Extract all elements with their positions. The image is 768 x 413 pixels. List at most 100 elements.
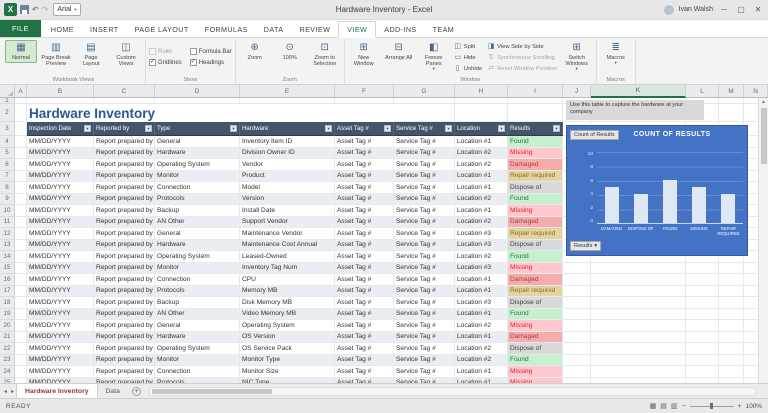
cell[interactable] [719,286,744,298]
location-cell[interactable]: Location #2 [455,251,508,263]
inspection-date-cell[interactable]: MM/DD/YYYY [27,286,94,298]
location-cell[interactable]: Location #1 [455,205,508,217]
filter-icon[interactable]: ▾ [498,125,505,132]
undo-icon[interactable]: ↶ [32,5,39,15]
cell[interactable] [15,309,27,321]
inspection-date-cell[interactable]: MM/DD/YYYY [27,274,94,286]
cell[interactable] [563,366,591,378]
cell[interactable] [591,355,686,367]
reported-by-cell[interactable]: Report prepared by [94,194,155,206]
asset-tag-cell[interactable]: Asset Tag # [335,217,394,229]
result-cell[interactable]: Missing [508,148,563,160]
cell[interactable] [15,122,27,136]
row-header-2[interactable]: 2 [0,104,15,122]
hardware-cell[interactable]: Disk Memory MB [240,297,335,309]
column-header-j[interactable]: J [563,85,591,98]
asset-tag-cell[interactable]: Asset Tag # [335,274,394,286]
column-header-l[interactable]: L [686,85,719,98]
asset-tag-cell[interactable]: Asset Tag # [335,228,394,240]
freeze-panes-button[interactable]: ◧Freeze Panes▾ [418,40,450,73]
filter-icon[interactable]: ▾ [384,125,391,132]
reported-by-cell[interactable]: Report prepared by [94,309,155,321]
table-header-location[interactable]: Location▾ [455,122,508,136]
inspection-date-cell[interactable]: MM/DD/YYYY [27,148,94,160]
filter-icon[interactable]: ▾ [445,125,452,132]
sheet-tab-hardware-inventory[interactable]: Hardware Inventory [16,384,97,398]
page-layout-button[interactable]: ▤Page Layout [75,40,107,69]
cell[interactable] [508,104,563,122]
location-cell[interactable]: Location #2 [455,355,508,367]
zoom-slider[interactable] [690,406,734,407]
row-header-25[interactable]: 25 [0,378,15,384]
cell[interactable] [15,343,27,355]
location-cell[interactable]: Location #2 [455,148,508,160]
hide-button[interactable]: ▭Hide [453,53,483,63]
row-header-5[interactable]: 5 [0,148,15,160]
minimize-button[interactable]: ─ [718,5,730,14]
location-cell[interactable]: Location #1 [455,274,508,286]
hardware-cell[interactable]: Operating System [240,320,335,332]
service-tag-cell[interactable]: Service Tag # [394,378,455,384]
hardware-cell[interactable]: Monitor Size [240,366,335,378]
row-header-14[interactable]: 14 [0,251,15,263]
cell[interactable] [563,343,591,355]
reported-by-cell[interactable]: Report prepared by [94,159,155,171]
headings-checkbox[interactable]: ✓Headings [190,59,232,66]
result-cell[interactable]: Missing [508,378,563,384]
zoom-in-button[interactable]: + [738,403,742,410]
ribbon-tab-add-ins[interactable]: ADD-INS [376,22,424,37]
inspection-date-cell[interactable]: MM/DD/YYYY [27,332,94,344]
cell[interactable] [15,171,27,183]
ribbon-tab-view[interactable]: VIEW [338,21,376,38]
result-cell[interactable]: Damaged [508,274,563,286]
pivot-chart[interactable]: Count of Results COUNT OF RESULTS 108642… [566,125,748,256]
hardware-cell[interactable]: Division Owner ID [240,148,335,160]
synchronous-scrolling-button[interactable]: ⇅Synchronous Scrolling [486,53,558,63]
reported-by-cell[interactable]: Report prepared by [94,205,155,217]
asset-tag-cell[interactable]: Asset Tag # [335,378,394,384]
service-tag-cell[interactable]: Service Tag # [394,205,455,217]
macros-button[interactable]: ≣Macros▾ [600,40,632,67]
zoom-level[interactable]: 100% [746,403,762,410]
reported-by-cell[interactable]: Report prepared by [94,217,155,229]
row-header-13[interactable]: 13 [0,240,15,252]
row-header-9[interactable]: 9 [0,194,15,206]
type-cell[interactable]: Connection [155,182,240,194]
side-note[interactable]: Use this table to capture the hardware a… [566,100,704,120]
service-tag-cell[interactable]: Service Tag # [394,286,455,298]
table-header-service-tag[interactable]: Service Tag #▾ [394,122,455,136]
inspection-date-cell[interactable]: MM/DD/YYYY [27,159,94,171]
location-cell[interactable]: Location #1 [455,378,508,384]
cell[interactable] [15,263,27,275]
service-tag-cell[interactable]: Service Tag # [394,263,455,275]
reported-by-cell[interactable]: Report prepared by [94,320,155,332]
asset-tag-cell[interactable]: Asset Tag # [335,297,394,309]
location-cell[interactable]: Location #2 [455,217,508,229]
service-tag-cell[interactable]: Service Tag # [394,136,455,148]
inspection-date-cell[interactable]: MM/DD/YYYY [27,297,94,309]
hardware-cell[interactable]: Product [240,171,335,183]
page-layout-view-shortcut-icon[interactable]: ▤ [660,402,667,410]
row-header-6[interactable]: 6 [0,159,15,171]
horizontal-scroll-thumb[interactable] [152,389,272,394]
result-cell[interactable]: Missing [508,263,563,275]
table-header-hardware[interactable]: Hardware▾ [240,122,335,136]
location-cell[interactable]: Location #1 [455,286,508,298]
service-tag-cell[interactable]: Service Tag # [394,240,455,252]
cell[interactable] [719,263,744,275]
type-cell[interactable]: Monitor [155,355,240,367]
asset-tag-cell[interactable]: Asset Tag # [335,343,394,355]
reported-by-cell[interactable]: Report prepared by [94,136,155,148]
sheet-tab-data[interactable]: Data [98,384,128,398]
reported-by-cell[interactable]: Report prepared by [94,366,155,378]
horizontal-scrollbar[interactable] [149,387,756,396]
cell[interactable] [686,355,719,367]
formula-bar-checkbox[interactable]: Formula Bar [190,48,232,55]
user-name[interactable]: Ivan Walsh [679,6,713,13]
asset-tag-cell[interactable]: Asset Tag # [335,320,394,332]
type-cell[interactable]: Protocols [155,194,240,206]
location-cell[interactable]: Location #2 [455,320,508,332]
cell[interactable] [591,343,686,355]
column-header-m[interactable]: M [719,85,744,98]
type-cell[interactable]: Protocols [155,286,240,298]
